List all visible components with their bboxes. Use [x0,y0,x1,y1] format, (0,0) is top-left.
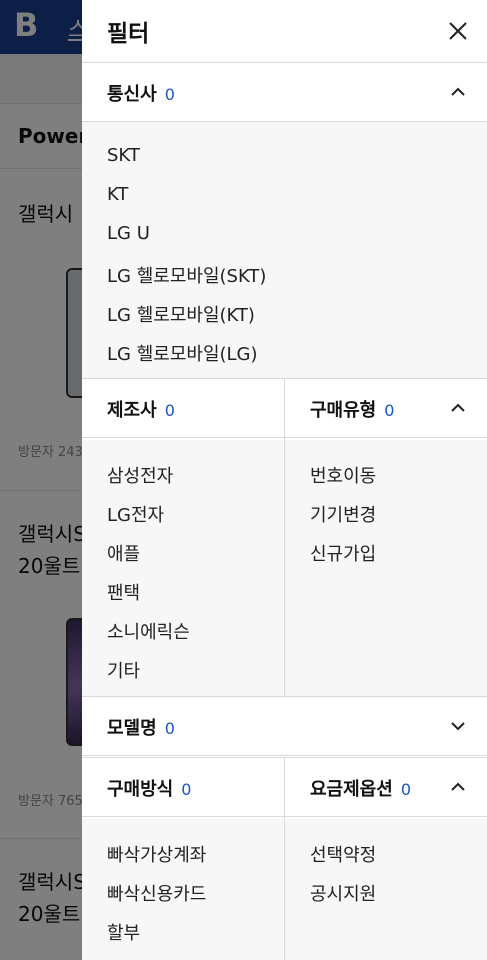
purchase-type-label: 구매유형 0 [310,400,395,421]
payment-label: 구매방식 0 [107,779,192,800]
filter-drawer: 필터 통신사 0 SKT KT LG U LG 헬로모바일(SKT) LG 헬로모… [82,0,487,960]
chevron-down-icon[interactable] [449,717,467,735]
manufacturer-option[interactable]: 소니에릭슨 [107,618,190,644]
manufacturer-option[interactable]: LG전자 [107,501,164,527]
manufacturer-options: 삼성전자 LG전자 애플 팬택 소니에릭슨 기타 [82,440,284,696]
column-divider [284,758,285,960]
chevron-up-icon[interactable] [449,83,467,101]
manufacturer-section-header[interactable]: 제조사 0 [82,379,284,438]
carrier-options: SKT KT LG U LG 헬로모바일(SKT) LG 헬로모바일(KT) L… [82,122,487,378]
payment-option[interactable]: 빠삭가상계좌 [107,841,206,867]
plan-label: 요금제옵션 0 [310,779,411,800]
purchase-type-count: 0 [384,401,395,420]
plan-option[interactable]: 선택약정 [310,841,376,867]
chevron-up-icon[interactable] [449,399,467,417]
model-count: 0 [164,719,175,738]
purchase-type-options: 번호이동 기기변경 신규가입 [285,440,487,696]
purchase-type-option[interactable]: 번호이동 [310,462,376,488]
column-divider [284,379,285,696]
payment-section-header[interactable]: 구매방식 0 [82,758,284,817]
close-icon[interactable] [443,16,473,46]
carrier-option[interactable]: SKT [107,145,140,166]
manufacturer-option[interactable]: 삼성전자 [107,462,173,488]
carrier-section-header[interactable]: 통신사 0 [82,63,487,122]
plan-count: 0 [400,780,411,799]
model-label: 모델명 0 [107,718,175,739]
manufacturer-option[interactable]: 기타 [107,657,140,683]
carrier-option[interactable]: LG 헬로모바일(LG) [107,340,258,366]
chevron-up-icon[interactable] [449,778,467,796]
carrier-option[interactable]: LG 헬로모바일(SKT) [107,262,266,288]
purchase-type-section-header[interactable]: 구매유형 0 [285,379,487,438]
model-section-header[interactable]: 모델명 0 [82,697,487,756]
filter-title: 필터 [107,21,150,47]
payment-options: 빠삭가상계좌 빠삭신용카드 할부 [82,819,284,960]
payment-option[interactable]: 빠삭신용카드 [107,880,206,906]
manufacturer-count: 0 [164,401,175,420]
payment-option[interactable]: 할부 [107,919,140,945]
manufacturer-option[interactable]: 팬택 [107,579,140,605]
carrier-count: 0 [164,85,175,104]
carrier-option[interactable]: KT [107,184,128,205]
manufacturer-label: 제조사 0 [107,400,175,421]
payment-count: 0 [181,780,192,799]
plan-section-header[interactable]: 요금제옵션 0 [285,758,487,817]
carrier-option[interactable]: LG 헬로모바일(KT) [107,301,255,327]
carrier-label: 통신사 0 [107,84,175,105]
plan-options: 선택약정 공시지원 [285,819,487,960]
purchase-type-option[interactable]: 기기변경 [310,501,376,527]
purchase-type-option[interactable]: 신규가입 [310,540,376,566]
manufacturer-option[interactable]: 애플 [107,540,140,566]
carrier-option[interactable]: LG U [107,223,150,244]
filter-header: 필터 [82,0,487,63]
plan-option[interactable]: 공시지원 [310,880,376,906]
